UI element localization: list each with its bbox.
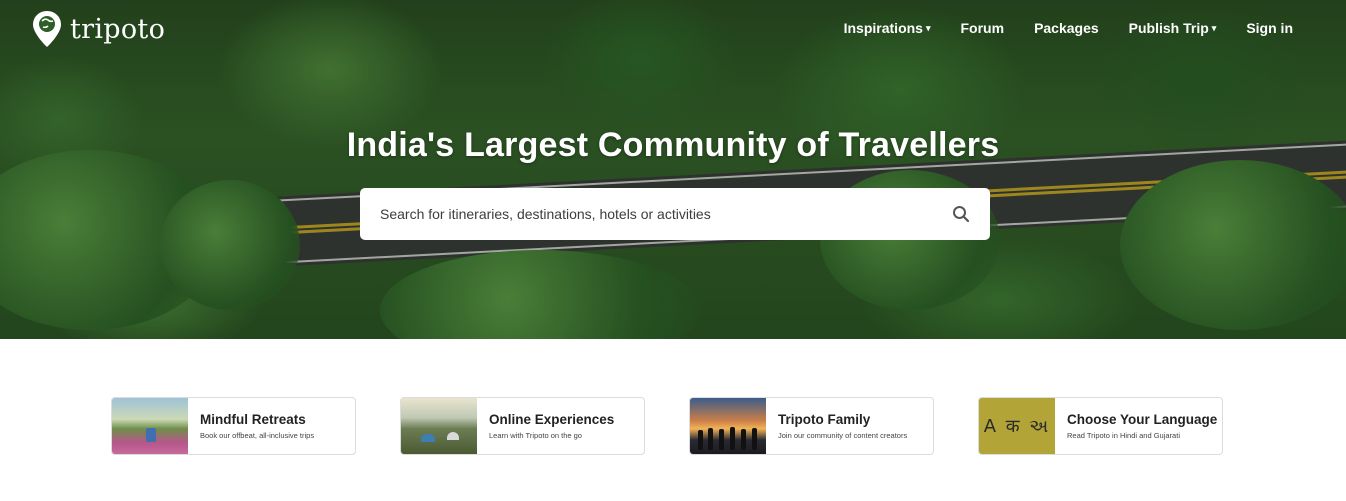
feature-cards: Mindful Retreats Book our offbeat, all-i… [0,397,1346,455]
nav-forum[interactable]: Forum [961,20,1005,36]
group-photo [690,398,766,454]
nav-sign-in-label: Sign in [1246,20,1293,36]
top-nav: Inspirations ▾ Forum Packages Publish Tr… [814,20,1293,36]
card-subtitle: Book our offbeat, all-inclusive trips [200,431,315,440]
language-glyphs: A क અ [983,416,1051,437]
camping-photo [401,398,477,454]
nav-packages-label: Packages [1034,20,1099,36]
chevron-down-icon: ▾ [925,22,931,33]
card-subtitle: Learn with Tripoto on the go [489,431,582,440]
nav-inspirations[interactable]: Inspirations ▾ [844,20,931,36]
search-bar[interactable] [360,188,990,240]
card-online-experiences[interactable]: Online Experiences Learn with Tripoto on… [400,397,645,455]
chevron-down-icon: ▾ [1211,22,1217,33]
tripoto-logo[interactable]: tripoto [32,10,165,48]
nav-publish-trip[interactable]: Publish Trip ▾ [1129,20,1217,36]
card-title: Online Experiences [489,412,615,427]
card-title: Choose Your Language [1067,412,1218,427]
nav-forum-label: Forum [960,20,1005,36]
nav-inspirations-label: Inspirations [843,20,923,36]
card-title: Tripoto Family [778,412,871,427]
hero-banner: tripoto Inspirations ▾ Forum Packages Pu… [0,0,1346,339]
nav-publish-trip-label: Publish Trip [1128,20,1209,36]
retreat-photo [112,398,188,454]
card-mindful-retreats[interactable]: Mindful Retreats Book our offbeat, all-i… [111,397,356,455]
card-title: Mindful Retreats [200,412,306,427]
language-icon: A क અ [979,398,1055,454]
card-tripoto-family[interactable]: Tripoto Family Join our community of con… [689,397,934,455]
card-choose-language[interactable]: A क અ Choose Your Language Read Tripoto … [978,397,1223,455]
map-pin-icon [33,11,61,47]
nav-sign-in[interactable]: Sign in [1246,20,1293,36]
search-icon[interactable] [952,205,970,223]
card-subtitle: Join our community of content creators [778,431,908,440]
nav-packages[interactable]: Packages [1034,20,1099,36]
card-subtitle: Read Tripoto in Hindi and Gujarati [1067,431,1180,440]
search-input[interactable] [380,206,952,222]
page-title: India's Largest Community of Travellers [346,126,1000,164]
brand-name: tripoto [70,13,166,45]
